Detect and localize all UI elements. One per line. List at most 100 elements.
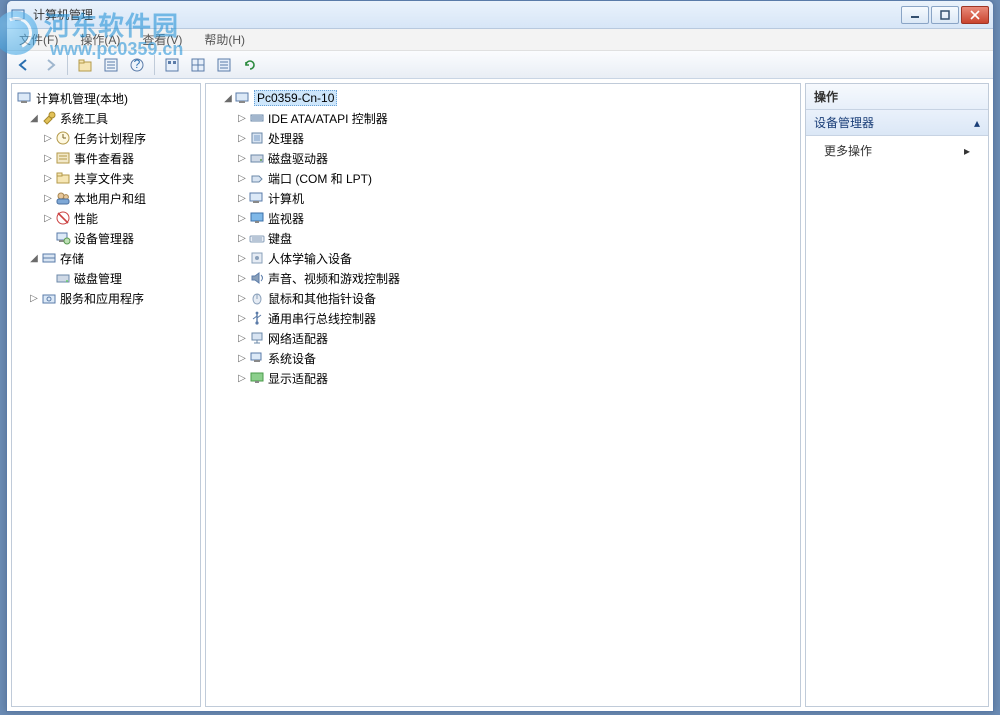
tree-shared-folders[interactable]: ▷共享文件夹 [14, 168, 198, 188]
hdd-icon [249, 150, 265, 166]
device-ide[interactable]: ▷IDE ATA/ATAPI 控制器 [208, 108, 798, 128]
tree-disk-mgmt[interactable]: 磁盘管理 [14, 268, 198, 288]
expand-icon[interactable]: ▷ [42, 133, 54, 144]
view-icon-3[interactable] [213, 54, 235, 76]
expand-icon[interactable]: ▷ [236, 133, 248, 144]
event-icon [55, 150, 71, 166]
properties-button[interactable] [100, 54, 122, 76]
expand-icon[interactable]: ▷ [236, 353, 248, 364]
expand-icon[interactable]: ▷ [236, 293, 248, 304]
tree-root[interactable]: 计算机管理(本地) [14, 88, 198, 108]
left-tree: 计算机管理(本地) ◢系统工具 ▷任务计划程序 ▷事件查看器 ▷共享文件夹 ▷本… [12, 84, 200, 312]
collapse-icon[interactable]: ◢ [28, 113, 40, 124]
toolbar-separator [67, 55, 68, 75]
port-icon [249, 170, 265, 186]
device-disk[interactable]: ▷磁盘驱动器 [208, 148, 798, 168]
users-icon [55, 190, 71, 206]
expand-icon[interactable]: ▷ [236, 193, 248, 204]
expand-icon[interactable]: ▷ [42, 193, 54, 204]
device-sysdev[interactable]: ▷系统设备 [208, 348, 798, 368]
device-hid[interactable]: ▷人体学输入设备 [208, 248, 798, 268]
device-usb[interactable]: ▷通用串行总线控制器 [208, 308, 798, 328]
system-icon [249, 350, 265, 366]
tree-services[interactable]: ▷服务和应用程序 [14, 288, 198, 308]
network-icon [249, 330, 265, 346]
device-computer[interactable]: ▷计算机 [208, 188, 798, 208]
device-keyboard[interactable]: ▷键盘 [208, 228, 798, 248]
expand-icon[interactable]: ▷ [42, 153, 54, 164]
expand-icon[interactable]: ▷ [236, 373, 248, 384]
expand-icon[interactable]: ▷ [236, 253, 248, 264]
keyboard-icon [249, 230, 265, 246]
collapse-icon[interactable]: ◢ [28, 253, 40, 264]
mouse-icon [249, 290, 265, 306]
device-monitor[interactable]: ▷监视器 [208, 208, 798, 228]
tree-event-viewer[interactable]: ▷事件查看器 [14, 148, 198, 168]
hid-icon [249, 250, 265, 266]
view-icon-2[interactable] [187, 54, 209, 76]
clock-icon [55, 130, 71, 146]
actions-section[interactable]: 设备管理器 ▴ [806, 110, 988, 136]
expand-icon[interactable]: ▷ [42, 173, 54, 184]
collapse-icon[interactable]: ◢ [222, 93, 234, 104]
tree-local-users[interactable]: ▷本地用户和组 [14, 188, 198, 208]
actions-more[interactable]: 更多操作 ▸ [806, 136, 988, 165]
pc-icon [249, 190, 265, 206]
cpu-icon [249, 130, 265, 146]
submenu-arrow-icon: ▸ [964, 144, 970, 158]
expand-icon[interactable]: ▷ [236, 313, 248, 324]
minimize-button[interactable] [901, 6, 929, 24]
device-ports[interactable]: ▷端口 (COM 和 LPT) [208, 168, 798, 188]
expand-icon[interactable]: ▷ [236, 333, 248, 344]
left-pane: 计算机管理(本地) ◢系统工具 ▷任务计划程序 ▷事件查看器 ▷共享文件夹 ▷本… [11, 83, 201, 707]
expand-icon[interactable]: ▷ [28, 293, 40, 304]
actions-more-label: 更多操作 [824, 142, 872, 159]
device-cpu[interactable]: ▷处理器 [208, 128, 798, 148]
tree-storage[interactable]: ◢存储 [14, 248, 198, 268]
expand-icon[interactable]: ▷ [236, 173, 248, 184]
device-sound[interactable]: ▷声音、视频和游戏控制器 [208, 268, 798, 288]
up-button[interactable] [74, 54, 96, 76]
device-mouse[interactable]: ▷鼠标和其他指针设备 [208, 288, 798, 308]
ide-icon [249, 110, 265, 126]
actions-section-label: 设备管理器 [814, 114, 874, 131]
view-icon-1[interactable] [161, 54, 183, 76]
forward-button[interactable] [39, 54, 61, 76]
menubar: 文件(F) 操作(A) 查看(V) 帮助(H) [7, 29, 993, 51]
display-icon [249, 370, 265, 386]
expand-icon[interactable]: ▷ [42, 213, 54, 224]
menu-help[interactable]: 帮助(H) [200, 29, 249, 50]
refresh-button[interactable] [239, 54, 261, 76]
expand-icon[interactable]: ▷ [236, 273, 248, 284]
device-display[interactable]: ▷显示适配器 [208, 368, 798, 388]
expand-icon[interactable]: ▷ [236, 153, 248, 164]
folder-icon [55, 170, 71, 186]
toolbar-separator [154, 55, 155, 75]
tree-device-manager[interactable]: 设备管理器 [14, 228, 198, 248]
tree-system-tools[interactable]: ◢系统工具 [14, 108, 198, 128]
svg-text:?: ? [134, 57, 141, 71]
expand-icon[interactable]: ▷ [236, 113, 248, 124]
app-icon [11, 7, 27, 23]
back-button[interactable] [13, 54, 35, 76]
device-network[interactable]: ▷网络适配器 [208, 328, 798, 348]
perf-icon [55, 210, 71, 226]
tree-performance[interactable]: ▷性能 [14, 208, 198, 228]
toolbar: ? [7, 51, 993, 79]
console-icon [17, 90, 33, 106]
menu-file[interactable]: 文件(F) [15, 29, 62, 50]
center-pane: ◢Pc0359-Cn-10 ▷IDE ATA/ATAPI 控制器 ▷处理器 ▷磁… [205, 83, 801, 707]
close-button[interactable] [961, 6, 989, 24]
expand-icon[interactable]: ▷ [236, 233, 248, 244]
maximize-button[interactable] [931, 6, 959, 24]
tools-icon [41, 110, 57, 126]
monitor-icon [249, 210, 265, 226]
expand-icon[interactable]: ▷ [236, 213, 248, 224]
menu-action[interactable]: 操作(A) [76, 29, 124, 50]
tree-task-scheduler[interactable]: ▷任务计划程序 [14, 128, 198, 148]
menu-view[interactable]: 查看(V) [138, 29, 186, 50]
window: 计算机管理 文件(F) 操作(A) 查看(V) 帮助(H) ? 计算机管理(本地… [6, 0, 994, 712]
help-button[interactable]: ? [126, 54, 148, 76]
disk-icon [55, 270, 71, 286]
device-root[interactable]: ◢Pc0359-Cn-10 [208, 88, 798, 108]
